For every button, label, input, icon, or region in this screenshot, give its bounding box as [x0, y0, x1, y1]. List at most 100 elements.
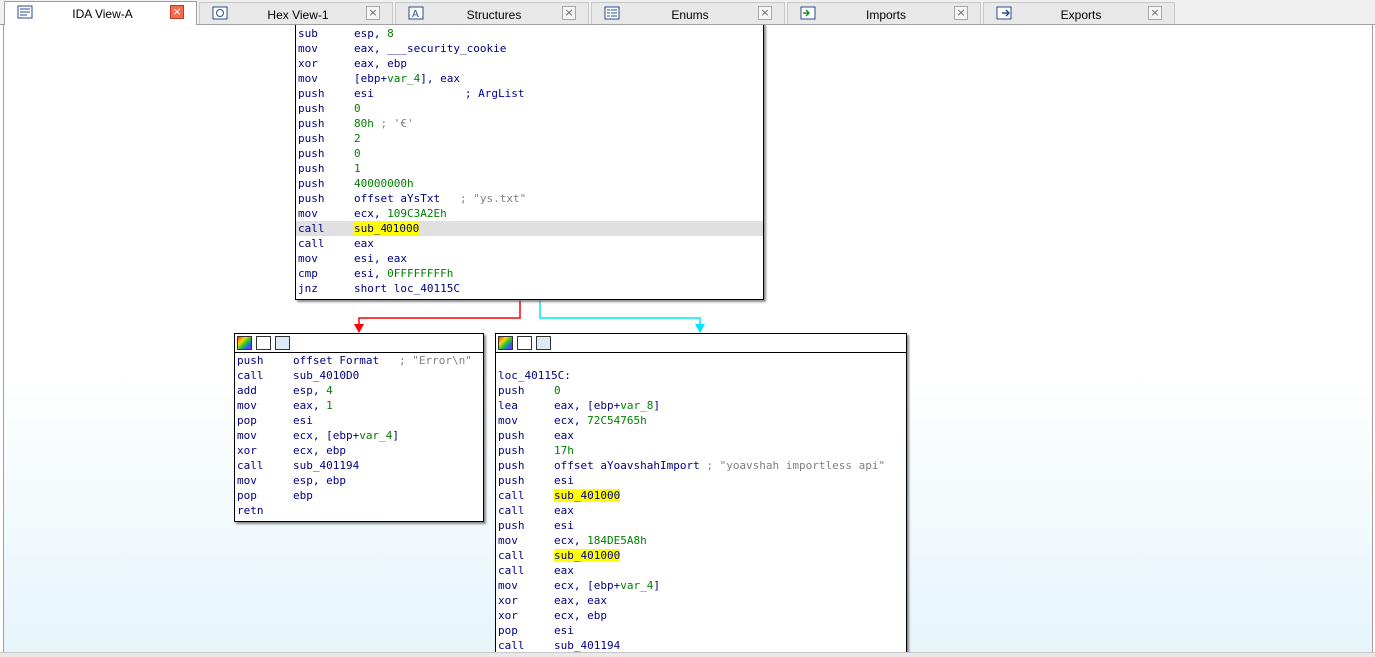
close-icon[interactable]: ×: [954, 6, 968, 20]
instruction-line[interactable]: push 0: [496, 383, 906, 398]
instruction-line[interactable]: pop esi: [235, 413, 483, 428]
instruction-line[interactable]: mov ecx, 184DE5A8h: [496, 533, 906, 548]
instruction-line[interactable]: xor eax, eax: [496, 593, 906, 608]
mnemonic: mov: [298, 42, 318, 55]
instruction-line[interactable]: mov esi, eax: [296, 251, 763, 266]
mnemonic: push: [498, 429, 525, 442]
instruction-line[interactable]: pop esi: [496, 623, 906, 638]
instruction-line[interactable]: sub esp, 8: [296, 26, 763, 41]
close-icon[interactable]: ×: [1148, 6, 1162, 20]
instruction-list: push offset Format ; "Error\n" call sub_401…: [235, 353, 483, 518]
instruction-line[interactable]: jnz short loc_40115C: [296, 281, 763, 296]
instruction-line[interactable]: mov ecx, 109C3A2Eh: [296, 206, 763, 221]
color-palette-icon[interactable]: [498, 336, 513, 350]
instruction-line[interactable]: lea eax, [ebp+var_8]: [496, 398, 906, 413]
instruction-line[interactable]: call sub_401194: [496, 638, 906, 652]
instruction-line[interactable]: mov esp, ebp: [235, 473, 483, 488]
tab-enums[interactable]: Enums ×: [591, 2, 785, 24]
operand: esi: [293, 414, 313, 427]
instruction-line[interactable]: call eax: [296, 236, 763, 251]
code-block-error[interactable]: push offset Format ; "Error\n" call sub_401…: [234, 333, 484, 522]
close-icon[interactable]: ×: [170, 5, 184, 19]
tab-structures[interactable]: A Structures ×: [395, 2, 589, 24]
instruction-line[interactable]: mov ecx, [ebp+var_4]: [235, 428, 483, 443]
instruction-line[interactable]: mov ecx, [ebp+var_4]: [496, 578, 906, 593]
mnemonic: call: [237, 459, 264, 472]
instruction-line[interactable]: push 0: [296, 101, 763, 116]
stack-variable: var_4: [620, 579, 654, 592]
block-header: [235, 334, 483, 353]
close-icon[interactable]: ×: [562, 6, 576, 20]
instruction-line[interactable]: call sub_401000: [296, 221, 763, 236]
operand: eax: [554, 504, 574, 517]
instruction-line[interactable]: mov [ebp+var_4], eax: [296, 71, 763, 86]
instruction-line[interactable]: mov eax, ___security_cookie: [296, 41, 763, 56]
highlighted-symbol: sub_4: [354, 222, 388, 235]
operand: offset aYoavshahImport: [554, 459, 700, 472]
instruction-line[interactable]: cmp esi, 0FFFFFFFFh: [296, 266, 763, 281]
tab-hex-view-1[interactable]: Hex View-1 ×: [199, 2, 393, 24]
instruction-line[interactable]: push esi: [496, 473, 906, 488]
instruction-line[interactable]: retn: [235, 503, 483, 518]
edit-pencil-icon[interactable]: [517, 336, 532, 350]
instruction-line[interactable]: add esp, 4: [235, 383, 483, 398]
instruction-line[interactable]: mov eax, 1: [235, 398, 483, 413]
edit-pencil-icon[interactable]: [256, 336, 271, 350]
symbol: ___security_cookie: [387, 42, 507, 55]
tab-bar: IDA View-A × Hex View-1 × A Structures ×…: [0, 0, 1375, 25]
instruction-line[interactable]: push eax: [496, 428, 906, 443]
operand: ecx,: [554, 414, 588, 427]
mnemonic: mov: [237, 399, 257, 412]
instruction-line[interactable]: call sub_401000: [496, 488, 906, 503]
comment: ; "Error\n": [379, 354, 472, 367]
group-nodes-icon[interactable]: [275, 336, 290, 350]
mnemonic: call: [237, 369, 264, 382]
group-nodes-icon[interactable]: [536, 336, 551, 350]
tab-ida-view-a[interactable]: IDA View-A ×: [4, 1, 197, 25]
mnemonic: push: [298, 177, 325, 190]
tab-imports[interactable]: Imports ×: [787, 2, 981, 24]
color-palette-icon[interactable]: [237, 336, 252, 350]
instruction-line[interactable]: push esi: [496, 518, 906, 533]
ida-graph-view[interactable]: sub esp, 8 mov eax, ___security_cookie xor ea…: [3, 25, 1373, 652]
instruction-line[interactable]: call eax: [496, 503, 906, 518]
mnemonic: push: [498, 459, 525, 472]
instruction-line[interactable]: mov ecx, 72C54765h: [496, 413, 906, 428]
mnemonic: sub: [298, 27, 318, 40]
code-block-main[interactable]: sub esp, 8 mov eax, ___security_cookie xor ea…: [295, 25, 764, 300]
instruction-line[interactable]: push 80h ; '€': [296, 116, 763, 131]
instruction-line[interactable]: push 40000000h: [296, 176, 763, 191]
close-icon[interactable]: ×: [758, 6, 772, 20]
instruction-line[interactable]: pop ebp: [235, 488, 483, 503]
tab-exports[interactable]: Exports ×: [983, 2, 1175, 24]
instruction-line[interactable]: call sub_401194: [235, 458, 483, 473]
instruction-line[interactable]: push offset Format ; "Error\n": [235, 353, 483, 368]
close-icon[interactable]: ×: [366, 6, 380, 20]
instruction-line[interactable]: xor ecx, ebp: [235, 443, 483, 458]
operand: eax,: [354, 42, 388, 55]
stack-variable: var_4: [387, 72, 421, 85]
code-block-loc-40115c[interactable]: loc_40115C: push 0 lea eax, [ebp+var_8] mov e…: [495, 333, 907, 652]
instruction-line[interactable]: xor ecx, ebp: [496, 608, 906, 623]
instruction-line[interactable]: push offset aYsTxt ; "ys.txt": [296, 191, 763, 206]
immediate-value: 109C3A2Eh: [387, 207, 447, 220]
instruction-line[interactable]: push 17h: [496, 443, 906, 458]
instruction-line[interactable]: call sub_401000: [496, 548, 906, 563]
highlighted-symbol: sub_401000: [554, 549, 621, 562]
operand: ecx, [ebp+: [554, 579, 621, 592]
instruction-line[interactable]: call eax: [496, 563, 906, 578]
instruction-line[interactable]: call sub_4010D0: [235, 368, 483, 383]
instruction-line[interactable]: push 0: [296, 146, 763, 161]
code-label[interactable]: loc_40115C:: [496, 368, 906, 383]
instruction-line[interactable]: xor eax, ebp: [296, 56, 763, 71]
mnemonic: call: [298, 237, 325, 250]
instruction-line[interactable]: push 2: [296, 131, 763, 146]
operand: eax,: [293, 399, 327, 412]
mnemonic: call: [498, 639, 525, 652]
immediate-value: 0: [354, 147, 361, 160]
instruction-line[interactable]: push offset aYoavshahImport ; "yoavshah i…: [496, 458, 906, 473]
instruction-line[interactable]: push esi ; ArgList: [296, 86, 763, 101]
mnemonic: mov: [237, 429, 257, 442]
instruction-line[interactable]: push 1: [296, 161, 763, 176]
mnemonic: xor: [298, 57, 318, 70]
